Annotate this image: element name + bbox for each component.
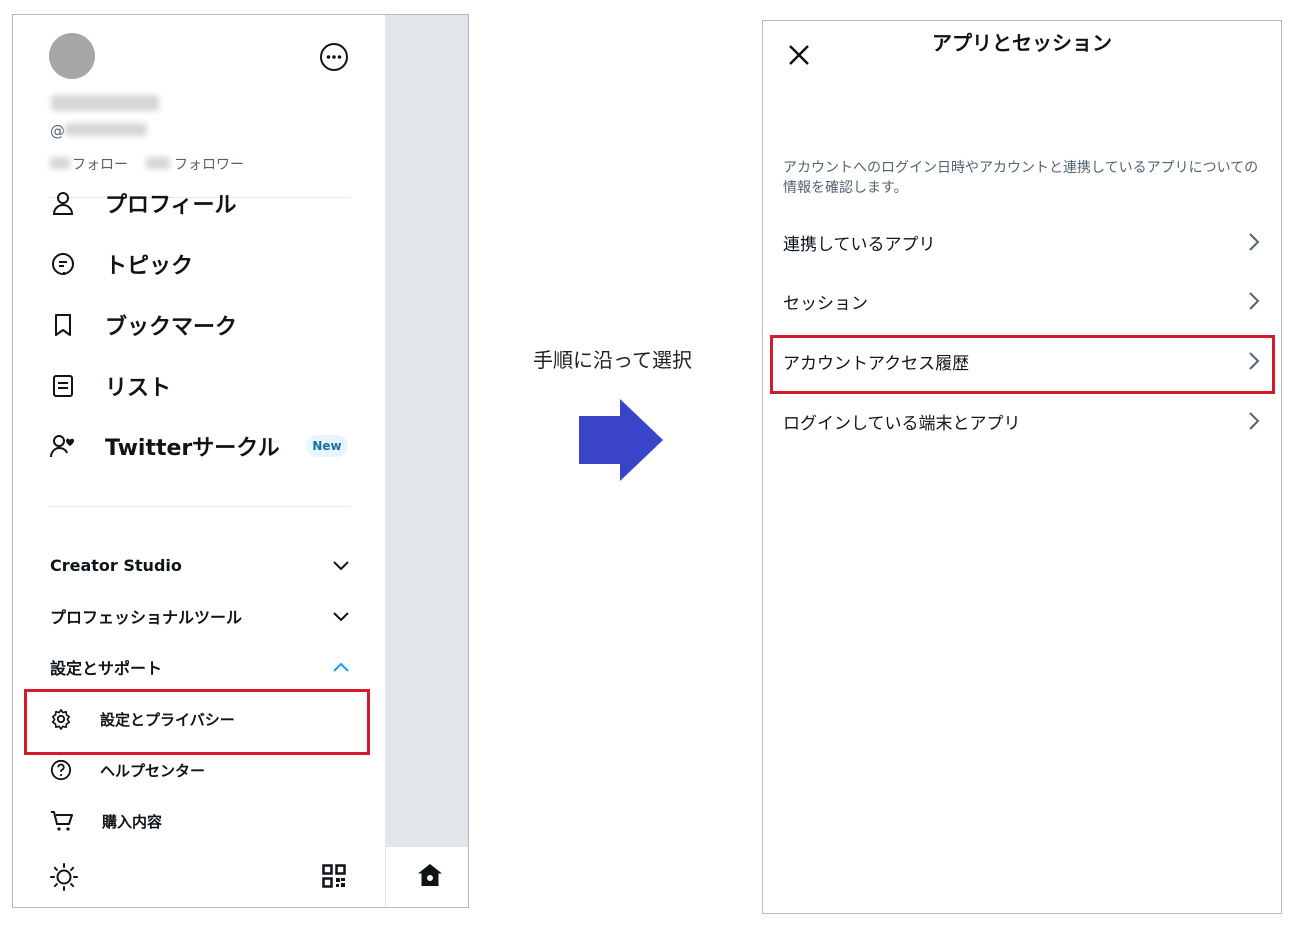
bookmark-icon [49,311,77,339]
chevron-right-icon [1249,412,1260,430]
more-options-icon[interactable] [319,42,349,72]
cart-icon [51,811,73,831]
row-sessions[interactable]: セッション [783,281,1261,321]
sub-item-label: 購入内容 [102,812,163,831]
settings-privacy-highlight [24,689,370,755]
dimmed-timeline-strip[interactable] [385,15,468,847]
row-label: セッション [783,293,868,314]
followers-count-blurred [146,157,170,169]
section-professional-tools[interactable]: プロフェッショナルツール [50,601,350,631]
home-icon[interactable] [416,861,444,889]
following-label: フォロー [72,157,128,173]
section-settings-support[interactable]: 設定とサポート [50,652,350,682]
handle-prefix: @ [50,122,65,140]
section-label: 設定とサポート [50,659,163,678]
right-arrow-icon [579,399,663,481]
section-label: Creator Studio [50,555,182,575]
row-label: ログインしている端末とアプリ [783,413,1021,434]
chevron-up-icon [333,662,349,672]
menu-item-profile[interactable]: プロフィール [49,185,237,221]
step-caption: 手順に沿って選択 [533,348,692,372]
page-description: アカウントへのログイン日時やアカウントと連携しているアプリについての情報を確認し… [783,160,1259,196]
row-connected-apps[interactable]: 連携しているアプリ [783,222,1261,262]
followers-label: フォロワー [174,157,244,173]
menu-item-lists[interactable]: リスト [49,368,171,404]
menu-item-bookmarks[interactable]: ブックマーク [49,307,237,343]
sub-item-label: ヘルプセンター [100,761,206,780]
section-label: プロフェッショナルツール [50,608,243,627]
access-history-highlight [770,335,1275,394]
menu-item-label: リスト [105,376,172,401]
help-center-item[interactable]: ヘルプセンター [50,755,205,785]
qr-code-icon[interactable] [322,864,346,888]
handle-blurred [65,123,147,136]
menu-item-label: ブックマーク [105,315,238,340]
chevron-right-icon [1249,292,1260,310]
help-icon [50,759,72,781]
chevron-down-icon [333,561,349,571]
twitter-circle-icon [49,432,77,460]
purchases-item[interactable]: 購入内容 [50,806,162,836]
menu-item-label: プロフィール [105,193,237,218]
right-screen: アプリとセッション アカウントへのログイン日時やアカウントと連携しているアプリに… [762,20,1282,914]
section-creator-studio[interactable]: Creator Studio [50,550,350,580]
menu-divider [49,506,349,507]
menu-item-twitter-circle[interactable]: Twitterサークル [49,428,280,464]
bottom-tab-bar [385,847,468,907]
menu-item-topics[interactable]: トピック [49,246,193,282]
profile-icon [49,189,77,217]
menu-item-label: Twitterサークル [105,436,280,461]
avatar[interactable] [49,33,95,79]
chevron-right-icon [1249,233,1260,251]
left-screen: @ フォロー フォロワー プロフィール トピック ブックマーク リスト Twit… [12,14,469,908]
display-name-blurred [51,95,159,111]
row-label: 連携しているアプリ [783,234,936,255]
display-settings-icon[interactable] [49,862,79,892]
chevron-down-icon [333,612,349,622]
new-badge: New [306,435,348,457]
page-title: アプリとセッション [932,31,1112,55]
topic-icon [49,250,77,278]
navigation-drawer: @ フォロー フォロワー プロフィール トピック ブックマーク リスト Twit… [13,15,385,907]
row-logged-in-devices[interactable]: ログインしている端末とアプリ [783,401,1261,441]
list-icon [49,372,77,400]
following-count-blurred [50,157,70,169]
menu-item-label: トピック [105,254,194,279]
